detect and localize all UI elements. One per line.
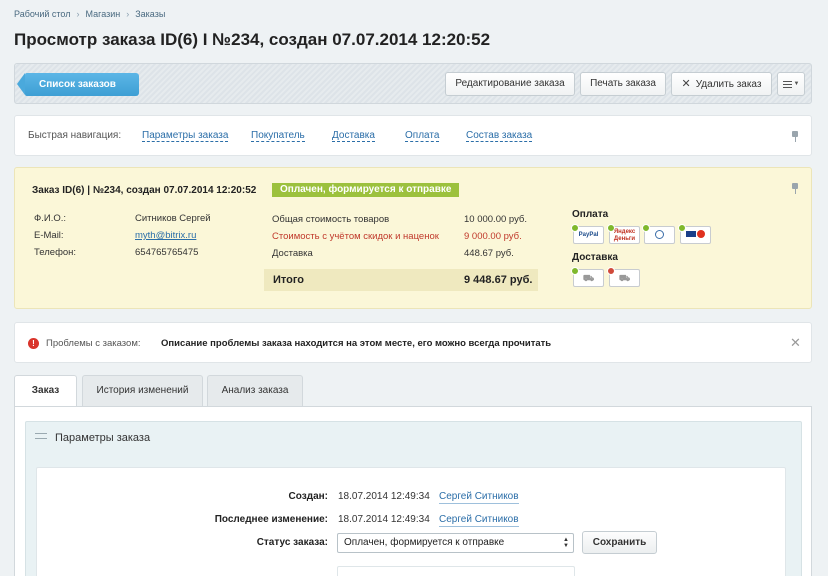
created-value: 18.07.2014 12:49:34 bbox=[338, 491, 430, 502]
order-status-value: Оплачен, формируется к отправке bbox=[344, 537, 505, 548]
pin-icon[interactable] bbox=[792, 183, 798, 194]
breadcrumb: Рабочий стол › Магазин › Заказы bbox=[14, 9, 165, 19]
webmoney-icon[interactable] bbox=[642, 224, 675, 244]
discounted-cost-label: Стоимость с учётом скидок и наценок bbox=[272, 231, 439, 242]
shipped-status-dot bbox=[571, 267, 579, 275]
paid-status-dot bbox=[678, 224, 686, 232]
breadcrumb-item-orders[interactable]: Заказы bbox=[135, 9, 165, 19]
payment-title: Оплата bbox=[572, 209, 609, 220]
modified-user-link[interactable]: Сергей Ситников bbox=[439, 514, 519, 527]
delivery-cost-value: 448.67 руб. bbox=[464, 248, 514, 259]
quicknav-link-payment[interactable]: Оплата bbox=[405, 130, 440, 142]
paypal-icon[interactable]: PayPal bbox=[571, 224, 604, 244]
order-params-section: Параметры заказа Создан: 18.07.2014 12:4… bbox=[25, 421, 802, 576]
quick-navigation-label: Быстрая навигация: bbox=[28, 130, 122, 141]
quicknav-link-buyer[interactable]: Покупатель bbox=[251, 130, 305, 142]
toolbar: Список заказов Редактирование заказа Печ… bbox=[14, 63, 812, 104]
next-field-box bbox=[337, 566, 575, 576]
discounted-cost-value: 9 000.00 руб. bbox=[464, 231, 522, 242]
quicknav-link-order-items[interactable]: Состав заказа bbox=[466, 130, 533, 142]
modified-value: 18.07.2014 12:49:34 bbox=[338, 514, 430, 525]
breadcrumb-separator: › bbox=[126, 9, 130, 19]
breadcrumb-separator: › bbox=[76, 9, 80, 19]
breadcrumb-item-shop[interactable]: Магазин bbox=[86, 9, 121, 19]
back-to-order-list-button[interactable]: Список заказов bbox=[17, 73, 139, 96]
save-button[interactable]: Сохранить bbox=[582, 531, 657, 554]
order-summary: Заказ ID(6) | №234, создан 07.07.2014 12… bbox=[14, 167, 812, 309]
total-value: 9 448.67 руб. bbox=[464, 274, 533, 286]
not-shipped-status-dot bbox=[607, 267, 615, 275]
customer-name-label: Ф.И.О.: bbox=[34, 213, 66, 224]
breadcrumb-item-desktop[interactable]: Рабочий стол bbox=[14, 9, 71, 19]
more-menu-button[interactable]: ▼ bbox=[777, 72, 805, 96]
order-params-form: Создан: 18.07.2014 12:49:34 Сергей Ситни… bbox=[36, 467, 786, 576]
paid-status-dot bbox=[607, 224, 615, 232]
paid-status-dot bbox=[642, 224, 650, 232]
customer-phone-label: Телефон: bbox=[34, 247, 77, 258]
order-summary-title: Заказ ID(6) | №234, создан 07.07.2014 12… bbox=[32, 185, 257, 196]
visa-mastercard-icon[interactable] bbox=[678, 224, 711, 244]
status-badge: Оплачен, формируется к отправке bbox=[272, 183, 460, 197]
close-icon[interactable]: ✕ bbox=[790, 335, 801, 351]
chevron-down-icon: ▼ bbox=[793, 81, 800, 87]
tab-panel-order: Параметры заказа Создан: 18.07.2014 12:4… bbox=[14, 406, 812, 576]
quicknav-link-delivery[interactable]: Доставка bbox=[332, 130, 375, 142]
customer-email-label: E-Mail: bbox=[34, 230, 64, 241]
problems-label: Проблемы с заказом: bbox=[46, 338, 141, 349]
problems-text: Описание проблемы заказа находится на эт… bbox=[161, 338, 552, 349]
created-label: Создан: bbox=[288, 491, 328, 502]
total-label: Итого bbox=[273, 274, 305, 286]
order-params-title: Параметры заказа bbox=[55, 432, 151, 444]
customer-name-value: Ситников Сергей bbox=[135, 213, 211, 224]
tab-history[interactable]: История изменений bbox=[82, 375, 203, 406]
customer-email-link[interactable]: myth@bitrix.ru bbox=[135, 230, 196, 241]
quick-navigation: Быстрая навигация: Параметры заказа Поку… bbox=[14, 115, 812, 156]
customer-phone-value: 654765765475 bbox=[135, 247, 199, 258]
goods-total-label: Общая стоимость товаров bbox=[272, 214, 390, 225]
tab-order[interactable]: Заказ bbox=[14, 375, 77, 407]
select-arrows-icon: ▲ ▼ bbox=[563, 537, 569, 549]
truck-icon[interactable]: ⛟ bbox=[607, 267, 640, 287]
delivery-title: Доставка bbox=[572, 252, 618, 263]
page-title: Просмотр заказа ID(6) I №234, создан 07.… bbox=[14, 30, 491, 49]
paid-status-dot bbox=[571, 224, 579, 232]
menu-icon bbox=[782, 80, 792, 88]
total-row: Итого 9 448.67 руб. bbox=[264, 269, 538, 291]
pin-icon[interactable] bbox=[792, 131, 798, 142]
yandex-money-icon[interactable]: Яндекс Деньги bbox=[607, 224, 640, 244]
status-label: Статус заказа: bbox=[256, 537, 328, 548]
edit-order-button[interactable]: Редактирование заказа bbox=[445, 72, 575, 96]
modified-label: Последнее изменение: bbox=[214, 514, 328, 525]
delete-order-button[interactable]: ✕ Удалить заказ bbox=[671, 72, 772, 96]
quicknav-link-order-params[interactable]: Параметры заказа bbox=[142, 130, 229, 142]
print-order-button[interactable]: Печать заказа bbox=[580, 72, 666, 96]
warning-icon: ! bbox=[28, 338, 39, 349]
order-problems: ! Проблемы с заказом: Описание проблемы … bbox=[14, 322, 812, 363]
created-user-link[interactable]: Сергей Ситников bbox=[439, 491, 519, 504]
order-status-select[interactable]: Оплачен, формируется к отправке ▲ ▼ bbox=[337, 533, 574, 553]
truck-icon[interactable]: ⛟ bbox=[571, 267, 604, 287]
delete-order-label: Удалить заказ bbox=[695, 79, 762, 90]
drag-handle-icon[interactable] bbox=[35, 433, 47, 439]
tab-analysis[interactable]: Анализ заказа bbox=[207, 375, 303, 406]
close-icon: ✕ bbox=[681, 78, 691, 90]
goods-total-value: 10 000.00 руб. bbox=[464, 214, 528, 225]
delivery-cost-label: Доставка bbox=[272, 248, 313, 259]
